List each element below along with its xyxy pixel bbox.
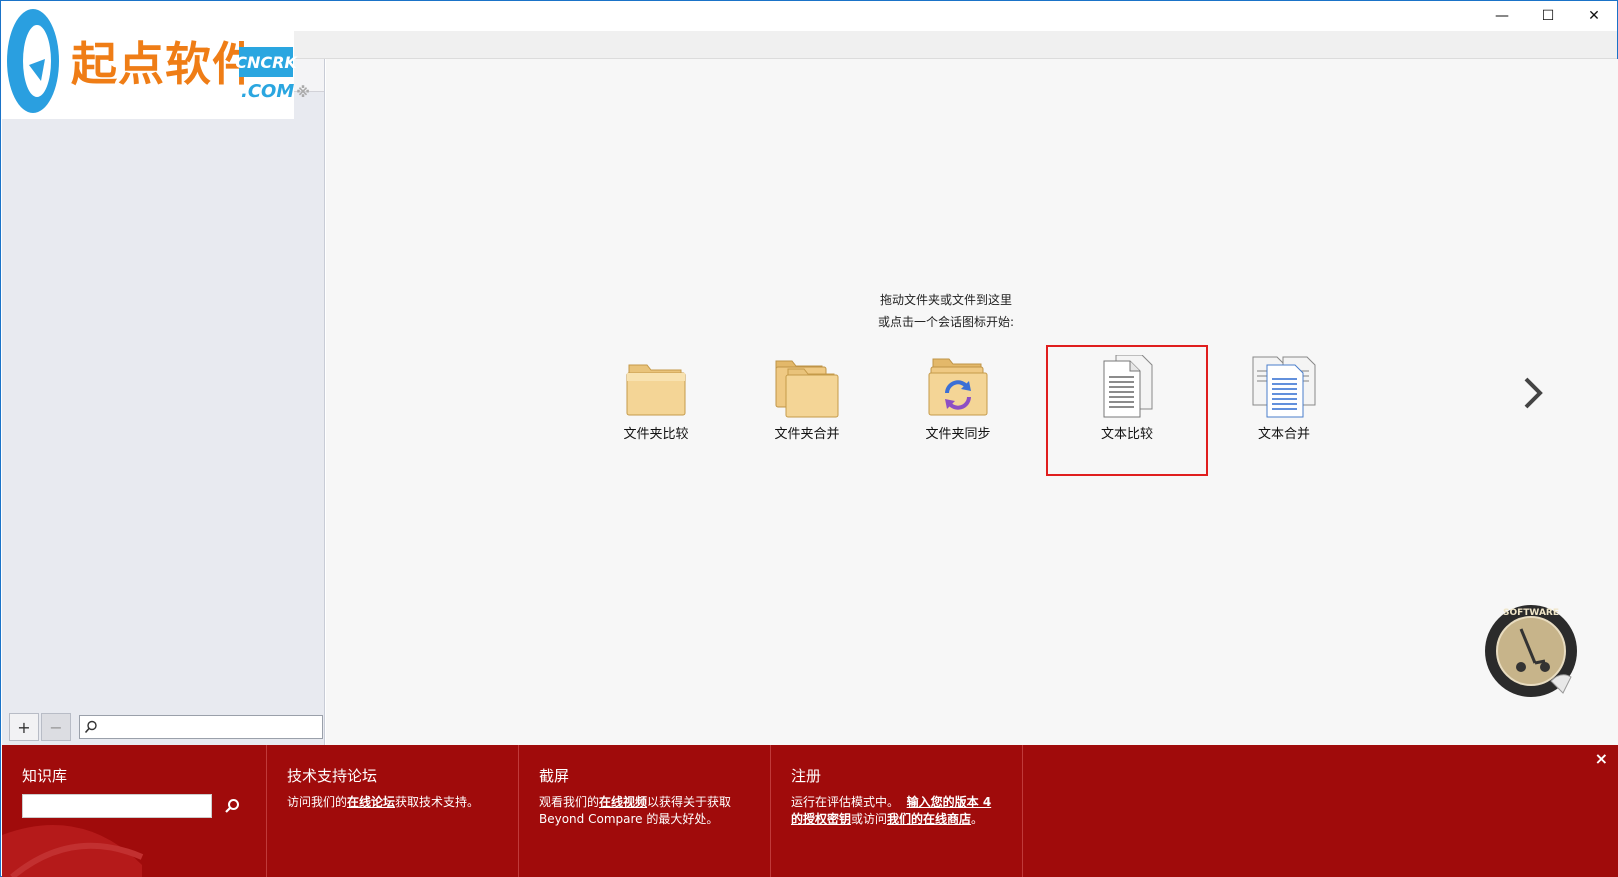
logo-badge: CNCRK (235, 47, 297, 77)
logo-domain: .COM ※ (241, 81, 310, 102)
session-sidebar: + − (2, 59, 325, 745)
session-label: 文件夹同步 (925, 427, 991, 442)
session-text-merge[interactable]: 文本合并 (1224, 355, 1344, 442)
sidebar-footer: + − (2, 709, 324, 745)
remove-session-button[interactable]: − (41, 713, 71, 741)
maximize-button[interactable]: ☐ (1525, 1, 1571, 31)
text-merge-icon (1251, 355, 1317, 419)
knowledge-base-panel: 知识库 (2, 745, 267, 877)
knowledge-base-title: 知识库 (22, 767, 68, 785)
logo-text: 起点软件 (71, 37, 259, 91)
online-video-link[interactable]: 在线视频 (599, 795, 647, 809)
screenshot-panel: 截屏 观看我们的在线视频以获得关于获取 Beyond Compare 的最大好处。 (519, 745, 771, 877)
home-view: 拖动文件夹或文件到这里 或点击一个会话图标开始: 文件夹比较 文件夹合并 文件夹… (326, 59, 1618, 745)
enter-license-link-cont[interactable]: 的授权密钥 (791, 812, 851, 826)
watermark-logo: 起点软件 CNCRK .COM ※ (1, 1, 310, 119)
folder-merge-icon (774, 355, 840, 419)
search-icon[interactable] (224, 798, 240, 814)
session-folder-merge[interactable]: 文件夹合并 (747, 355, 867, 442)
window-controls: — ☐ ✕ (1479, 1, 1617, 31)
enter-license-link[interactable]: 输入您的版本 4 (907, 795, 992, 809)
session-label: 文件夹合并 (774, 427, 840, 442)
register-panel: 注册 运行在评估模式中。 输入您的版本 4 的授权密钥或访问我们的在线商店。 (771, 745, 1023, 877)
online-store-link[interactable]: 我们的在线商店 (887, 812, 971, 826)
close-panel-button[interactable]: × (1595, 749, 1608, 768)
support-forum-title: 技术支持论坛 (287, 767, 378, 785)
info-panel: 知识库 技术支持论坛 访问我们的在线论坛获取技术支持。 截屏 观看我们的在线视频… (2, 745, 1618, 877)
folder-icon (623, 355, 689, 419)
drop-hint: 拖动文件夹或文件到这里 (879, 293, 1012, 307)
support-forum-panel: 技术支持论坛 访问我们的在线论坛获取技术支持。 (267, 745, 519, 877)
close-button[interactable]: ✕ (1571, 1, 1617, 31)
folder-sync-icon (925, 355, 991, 419)
search-icon (84, 720, 97, 734)
online-forum-link[interactable]: 在线论坛 (347, 795, 395, 809)
click-hint: 或点击一个会话图标开始: (877, 315, 1015, 329)
screenshot-text: 观看我们的在线视频以获得关于获取 Beyond Compare 的最大好处。 (539, 795, 732, 826)
add-session-button[interactable]: + (9, 713, 39, 741)
session-label: 文本合并 (1257, 427, 1310, 442)
knowledge-base-search-input[interactable] (22, 794, 212, 818)
register-text: 运行在评估模式中。 输入您的版本 4 的授权密钥或访问我们的在线商店。 (791, 795, 992, 826)
svg-text:SOFTWARE: SOFTWARE (1503, 608, 1559, 618)
session-folder-compare[interactable]: 文件夹比较 (596, 355, 716, 442)
quality-seal-icon: SOFTWARE (1485, 605, 1577, 697)
minimize-button[interactable]: — (1479, 1, 1525, 31)
session-search-input[interactable] (79, 715, 323, 739)
session-folder-sync[interactable]: 文件夹同步 (898, 355, 1018, 442)
chevron-right-icon[interactable] (1518, 373, 1548, 413)
screenshot-title: 截屏 (539, 767, 570, 785)
register-title: 注册 (791, 767, 822, 785)
session-label: 文件夹比较 (623, 427, 689, 442)
selection-highlight (1046, 345, 1208, 476)
support-forum-text: 访问我们的在线论坛获取技术支持。 (287, 795, 480, 809)
logo-icon (7, 9, 59, 113)
app-window: — ☐ ✕ + − 拖动文件夹或文件到这里 或点击一个会话图标开始: 文件夹比较… (0, 0, 1618, 877)
